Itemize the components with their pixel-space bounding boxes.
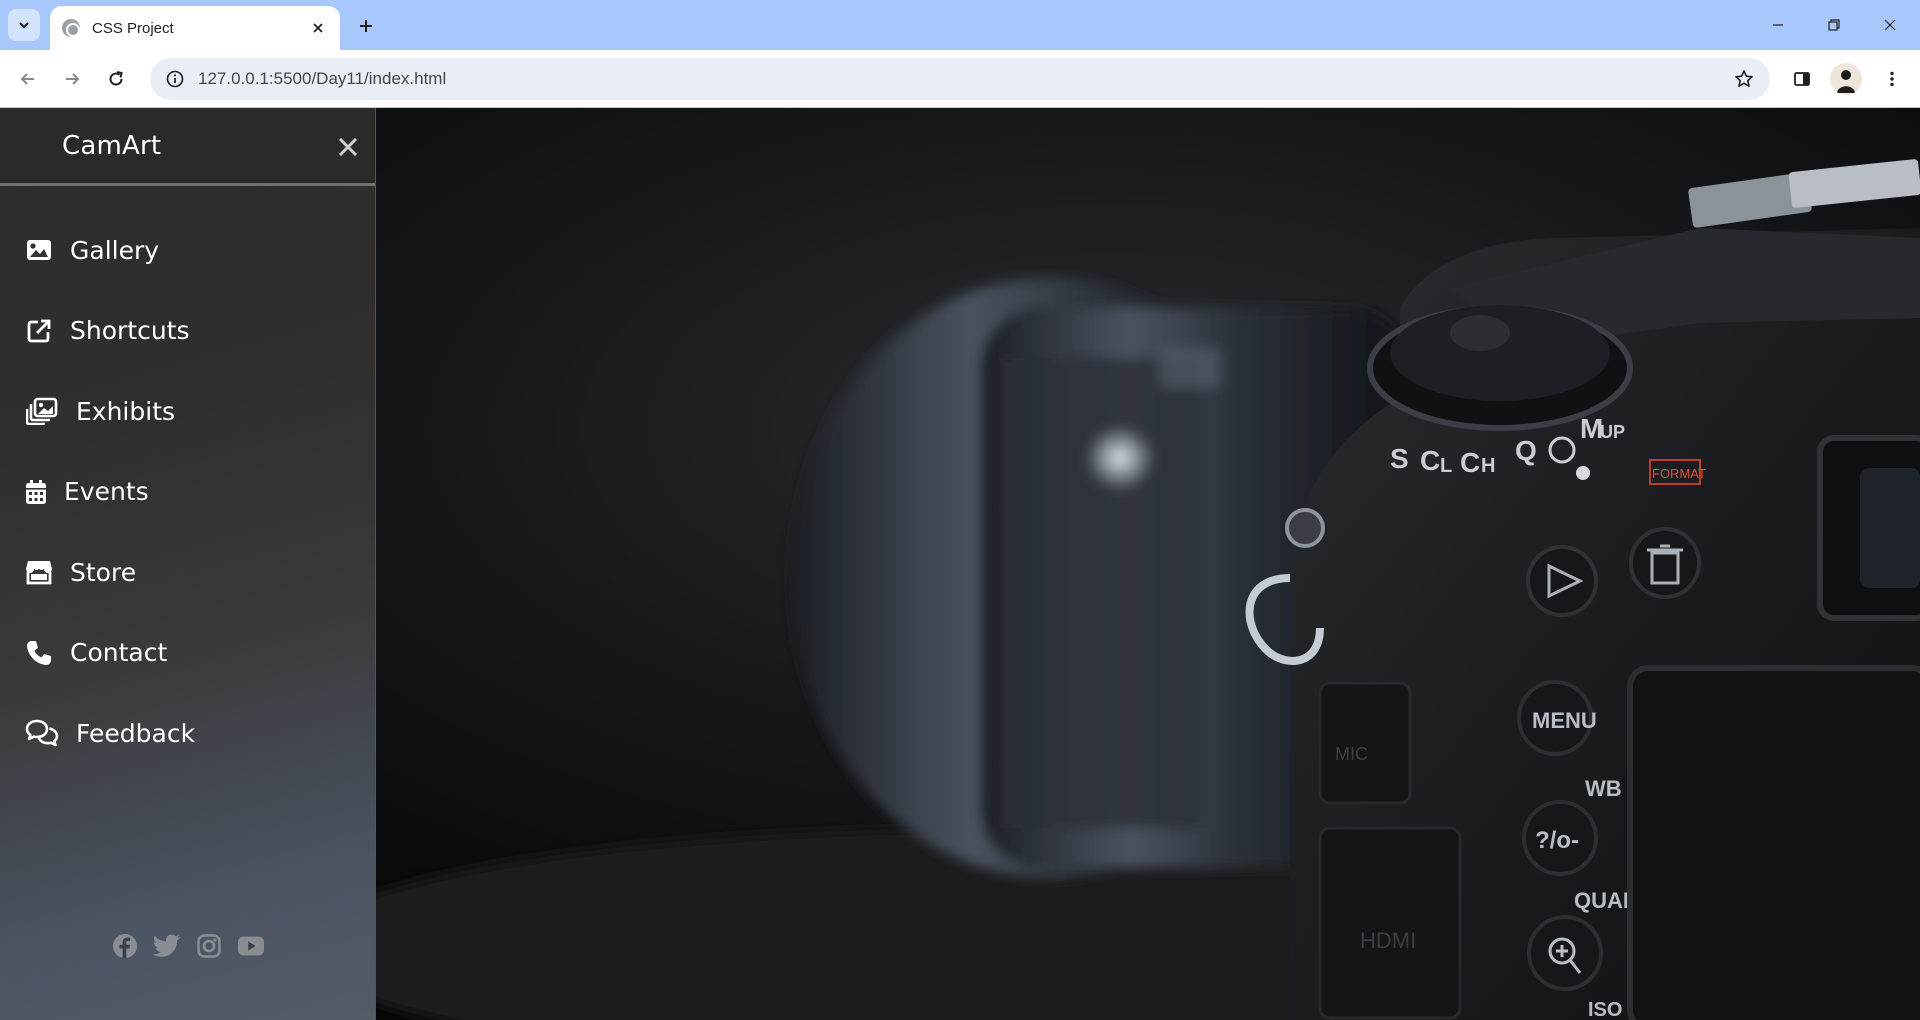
dial-mark-s: S xyxy=(1390,443,1409,474)
site-info-icon[interactable] xyxy=(164,68,186,90)
page-viewport: S C L C H Q M UP FORMAT MENU WB ?/o- QUA… xyxy=(0,108,1920,1020)
tab-search-button[interactable] xyxy=(8,9,40,41)
sidebar-item-events[interactable]: Events xyxy=(0,452,375,533)
new-tab-button[interactable] xyxy=(352,12,380,40)
address-bar[interactable]: 127.0.0.1:5500/Day11/index.html xyxy=(150,58,1770,100)
sidebar-item-gallery[interactable]: Gallery xyxy=(0,210,375,291)
protect-button-label: ?/o- xyxy=(1535,827,1579,854)
reload-button[interactable] xyxy=(100,63,132,95)
sidebar-close-button[interactable] xyxy=(335,134,361,160)
twitter-icon[interactable] xyxy=(152,932,181,960)
tab-title: CSS Project xyxy=(92,19,174,37)
close-icon xyxy=(338,137,358,157)
plus-icon xyxy=(360,20,372,32)
dial-mark-h: H xyxy=(1481,455,1495,477)
dial-mark-up: UP xyxy=(1600,422,1625,442)
avatar-icon xyxy=(1830,63,1862,95)
phone-icon xyxy=(24,638,54,668)
youtube-icon[interactable] xyxy=(237,932,265,960)
restore-button[interactable] xyxy=(1806,0,1862,50)
arrow-right-icon xyxy=(66,73,80,85)
bookmark-star-icon[interactable] xyxy=(1732,67,1756,91)
qual-label: QUAL xyxy=(1574,888,1636,913)
mic-port-label: MIC xyxy=(1335,744,1368,764)
iso-label: ISO xyxy=(1588,999,1622,1020)
sidebar-menu: Gallery Shortcuts Exhibits Events Store … xyxy=(0,210,375,774)
tab-close-button[interactable] xyxy=(308,18,328,38)
sidebar-item-feedback[interactable]: Feedback xyxy=(0,693,375,774)
photo-stack-icon xyxy=(24,396,60,426)
dial-mark-l: L xyxy=(1440,455,1452,477)
browser-tabstrip: CSS Project xyxy=(0,0,1920,50)
hdmi-port-label: HDMI xyxy=(1360,928,1416,953)
dial-mark-cl: C xyxy=(1420,445,1440,476)
side-panel-icon xyxy=(1794,72,1810,86)
url-text: 127.0.0.1:5500/Day11/index.html xyxy=(198,69,447,88)
chat-bubbles-icon xyxy=(24,718,60,748)
globe-icon xyxy=(62,19,80,37)
sidebar-item-label: Exhibits xyxy=(76,396,176,426)
profile-avatar[interactable] xyxy=(1830,63,1862,95)
more-vertical-icon xyxy=(1890,71,1894,87)
minimize-button[interactable] xyxy=(1750,0,1806,50)
browser-toolbar: 127.0.0.1:5500/Day11/index.html xyxy=(0,50,1920,108)
wb-label: WB xyxy=(1585,776,1622,801)
restore-icon xyxy=(1828,19,1840,31)
store-icon xyxy=(24,557,54,587)
sidebar-item-label: Shortcuts xyxy=(70,316,190,346)
dial-mark-q: Q xyxy=(1515,435,1537,466)
dial-mark-ch: C xyxy=(1460,447,1480,478)
arrow-left-icon xyxy=(20,73,34,85)
back-button[interactable] xyxy=(12,63,44,95)
calendar-icon xyxy=(24,477,48,507)
sidebar-item-label: Contact xyxy=(70,638,168,668)
format-label: FORMAT xyxy=(1652,466,1706,481)
sidebar-item-label: Events xyxy=(64,477,149,507)
facebook-icon[interactable] xyxy=(111,932,139,960)
browser-menu-button[interactable] xyxy=(1876,63,1908,95)
chevron-down-icon xyxy=(19,22,29,29)
social-links xyxy=(0,932,375,960)
close-icon xyxy=(1884,19,1896,31)
external-link-icon xyxy=(24,316,54,346)
brand-logo-text[interactable]: CamArt xyxy=(62,131,161,161)
sidebar-item-label: Gallery xyxy=(70,235,160,265)
sidebar-item-shortcuts[interactable]: Shortcuts xyxy=(0,291,375,372)
sidebar-item-label: Feedback xyxy=(76,718,196,748)
sidebar-item-contact[interactable]: Contact xyxy=(0,613,375,694)
sidebar: CamArt Gallery Shortcuts Exhibits Events… xyxy=(0,108,376,1020)
browser-tab[interactable]: CSS Project xyxy=(50,6,340,50)
sidebar-item-label: Store xyxy=(70,557,137,587)
sidebar-header: CamArt xyxy=(0,108,375,186)
instagram-icon[interactable] xyxy=(195,932,223,960)
image-icon xyxy=(24,235,54,265)
sidebar-item-store[interactable]: Store xyxy=(0,532,375,613)
reload-icon xyxy=(109,71,123,86)
sidebar-item-exhibits[interactable]: Exhibits xyxy=(0,371,375,452)
forward-button[interactable] xyxy=(56,63,88,95)
close-window-button[interactable] xyxy=(1862,0,1918,50)
close-icon xyxy=(313,23,323,33)
menu-button-label: MENU xyxy=(1532,708,1597,733)
side-panel-button[interactable] xyxy=(1786,63,1818,95)
minimize-icon xyxy=(1773,24,1783,26)
